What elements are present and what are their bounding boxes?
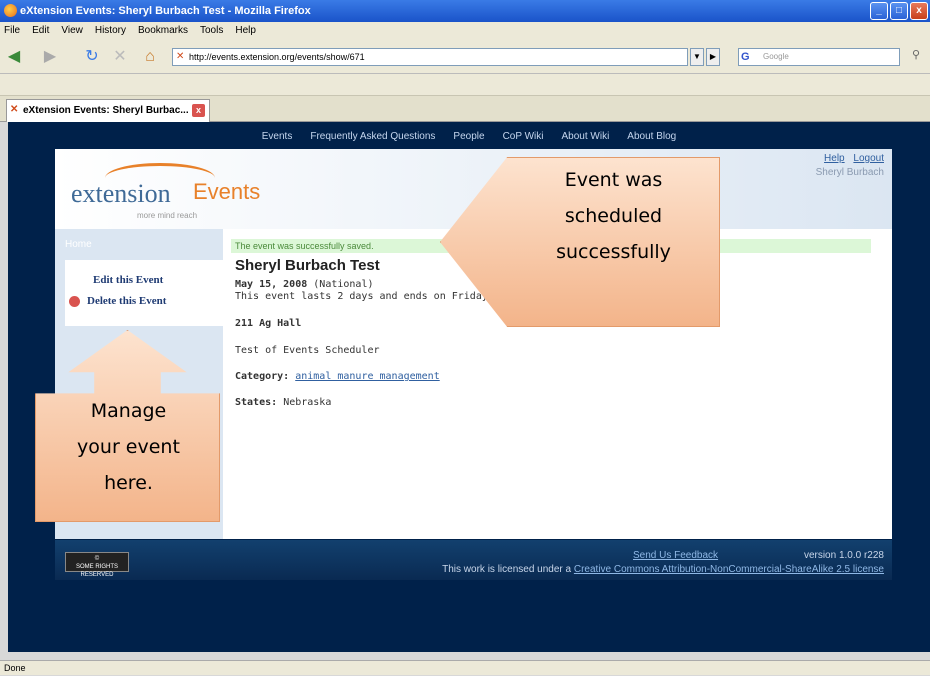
url-buttons: ▼ ▶ xyxy=(690,48,720,66)
current-user: Sheryl Burbach xyxy=(815,167,884,178)
event-category: Category: animal manure management xyxy=(235,371,440,382)
search-icon[interactable]: ⚲ xyxy=(912,48,928,66)
sidebar-home[interactable]: Home xyxy=(65,239,92,250)
site-nav: Events Frequently Asked Questions People… xyxy=(8,126,930,148)
logo-extension[interactable]: extension xyxy=(71,179,171,209)
tab-favicon-icon: ✕ xyxy=(10,104,19,115)
window-title: eXtension Events: Sheryl Burbach Test - … xyxy=(20,5,311,17)
cc-badge[interactable]: © SOME RIGHTS RESERVED xyxy=(65,552,129,578)
delete-event-link[interactable]: Delete this Event xyxy=(87,295,166,307)
states-label: States: xyxy=(235,397,278,408)
callout-line: your event xyxy=(77,436,180,458)
help-link[interactable]: Help xyxy=(824,153,845,164)
license-prefix: This work is licensed under a xyxy=(442,564,572,575)
tab-bar: ✕ eXtension Events: Sheryl Burbac... x xyxy=(0,96,930,122)
nav-events[interactable]: Events xyxy=(262,126,293,148)
event-location: 211 Ag Hall xyxy=(235,318,302,329)
close-tab-icon[interactable]: x xyxy=(192,104,205,117)
close-icon[interactable]: x xyxy=(910,2,928,20)
home-icon[interactable]: ⌂ xyxy=(140,46,160,68)
stop-icon[interactable]: ✕ xyxy=(110,46,130,68)
go-icon[interactable]: ▶ xyxy=(706,48,720,66)
category-label: Category: xyxy=(235,371,290,382)
back-icon[interactable]: ◀ xyxy=(4,46,24,68)
event-date: May 15, 2008 xyxy=(235,279,308,290)
status-bar: Done xyxy=(0,660,930,675)
version: version 1.0.0 r228 xyxy=(803,550,884,561)
url-text: http://events.extension.org/events/show/… xyxy=(189,52,365,62)
event-description: Test of Events Scheduler xyxy=(235,345,380,356)
window-titlebar: eXtension Events: Sheryl Burbach Test - … xyxy=(0,0,930,22)
logout-link[interactable]: Logout xyxy=(853,153,884,164)
callout-line: successfully xyxy=(556,241,671,263)
license: This work is licensed under a Creative C… xyxy=(442,564,884,575)
window-controls: _ □ x xyxy=(870,2,928,20)
event-states: States: Nebraska xyxy=(235,397,331,408)
menu-view[interactable]: View xyxy=(61,22,83,40)
nav-faq[interactable]: Frequently Asked Questions xyxy=(310,126,435,148)
event-title: Sheryl Burbach Test xyxy=(235,257,380,274)
google-icon: G xyxy=(741,51,750,63)
menu-help[interactable]: Help xyxy=(235,22,256,40)
event-date-line: May 15, 2008 (National) xyxy=(235,279,374,290)
reload-icon[interactable]: ↻ xyxy=(82,46,102,68)
site-favicon-icon: ✕ xyxy=(176,51,185,62)
nav-about-wiki[interactable]: About Wiki xyxy=(562,126,610,148)
nav-people[interactable]: People xyxy=(453,126,484,148)
url-dropdown-icon[interactable]: ▼ xyxy=(690,48,704,66)
menu-edit[interactable]: Edit xyxy=(32,22,49,40)
minimize-icon[interactable]: _ xyxy=(870,2,888,20)
feedback: Send Us Feedback xyxy=(633,550,718,561)
firefox-icon xyxy=(4,4,17,17)
category-link[interactable]: animal manure management xyxy=(295,371,440,382)
site-footer: © SOME RIGHTS RESERVED Send Us Feedback v… xyxy=(55,540,892,580)
browser-tab[interactable]: ✕ eXtension Events: Sheryl Burbac... x xyxy=(6,99,210,122)
menu-bookmarks[interactable]: Bookmarks xyxy=(138,22,188,40)
nav-about-blog[interactable]: About Blog xyxy=(627,126,676,148)
search-input[interactable]: G Google xyxy=(738,48,900,66)
url-bar[interactable]: ✕ http://events.extension.org/events/sho… xyxy=(172,48,688,66)
search-placeholder: Google xyxy=(763,52,789,61)
cc-icon: © xyxy=(94,556,100,562)
callout-line: Event was xyxy=(564,169,663,191)
states-value: Nebraska xyxy=(283,397,332,408)
tab-label: eXtension Events: Sheryl Burbac... xyxy=(23,105,189,116)
menu-history[interactable]: History xyxy=(95,22,126,40)
logo-events: Events xyxy=(193,179,261,204)
sidebar-actions: Edit this Event Delete this Event xyxy=(65,260,223,326)
maximize-icon[interactable]: □ xyxy=(890,2,908,20)
bookmarks-bar xyxy=(0,74,930,96)
logo-tagline: more mind reach xyxy=(137,211,198,220)
callout-line: scheduled xyxy=(564,205,663,227)
delete-icon xyxy=(69,296,80,307)
license-link[interactable]: Creative Commons Attribution-NonCommerci… xyxy=(574,564,884,575)
cc-text: SOME RIGHTS RESERVED xyxy=(75,564,118,578)
event-scope: (National) xyxy=(313,279,374,290)
menu-bar: File Edit View History Bookmarks Tools H… xyxy=(0,22,930,40)
nav-cop-wiki[interactable]: CoP Wiki xyxy=(503,126,544,148)
navigation-toolbar: ◀ ▶ ↻ ✕ ⌂ ✕ http://events.extension.org/… xyxy=(0,40,930,74)
forward-icon[interactable]: ▶ xyxy=(40,46,60,68)
feedback-link[interactable]: Send Us Feedback xyxy=(633,550,718,561)
edit-event-link[interactable]: Edit this Event xyxy=(93,274,163,286)
header-links: Help Logout xyxy=(818,153,884,164)
menu-tools[interactable]: Tools xyxy=(200,22,223,40)
callout-line: Manage xyxy=(90,400,167,422)
callout-line: here. xyxy=(104,472,153,494)
menu-file[interactable]: File xyxy=(4,22,20,40)
status-text: Done xyxy=(4,663,26,673)
